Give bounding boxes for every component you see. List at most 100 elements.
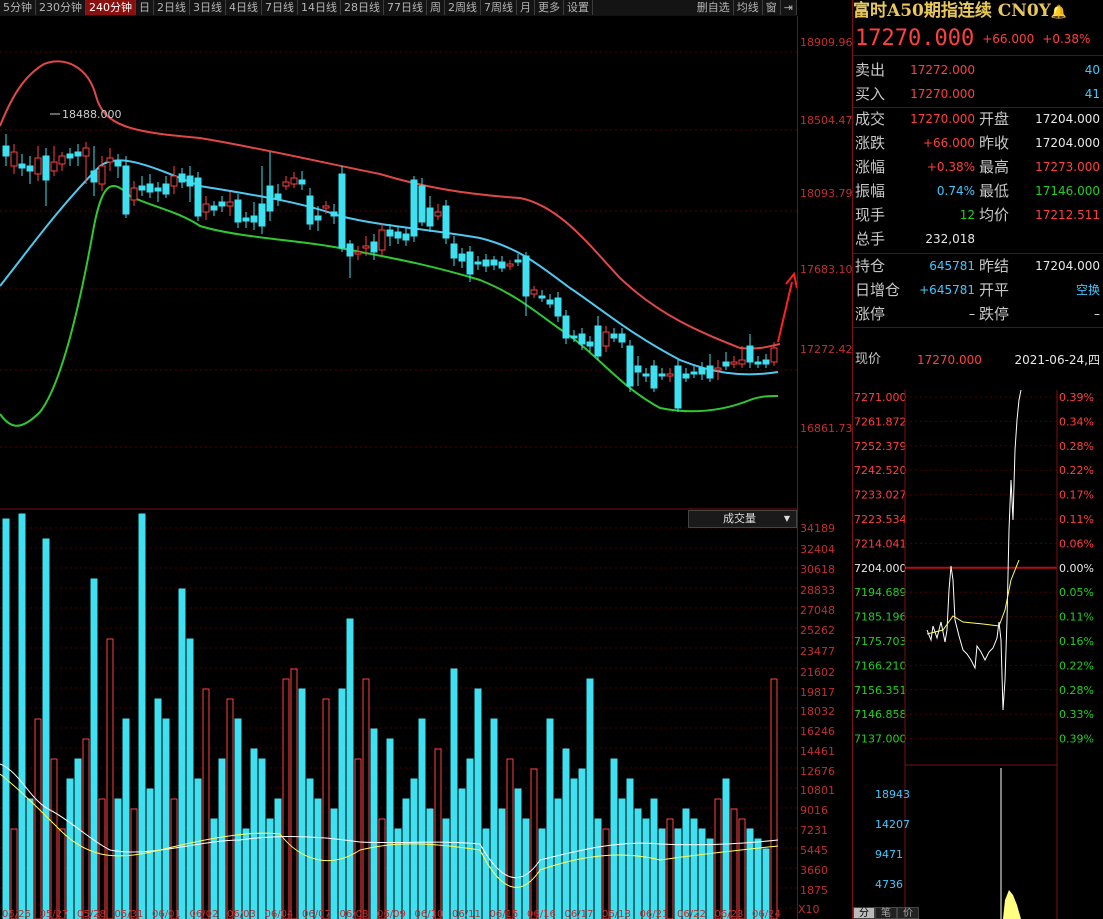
volume-tick-9: 18032	[800, 705, 835, 718]
book-row-1: 买入 17270.000 41	[853, 82, 1103, 106]
period-tab-10[interactable]: 77日线	[384, 0, 427, 15]
volume-indicator-label: 成交量	[723, 512, 756, 525]
mini-right-tick-9: 0.11%	[1059, 611, 1094, 624]
price-tick-3: 17683.109	[800, 263, 860, 276]
period-tab-15[interactable]: 更多	[535, 0, 564, 15]
lower-band-line	[0, 185, 779, 427]
volume-tick-4: 27048	[800, 604, 835, 617]
stat-row-4-value2: 17212.511	[1035, 208, 1100, 222]
volume-bar-48	[386, 738, 394, 919]
volume-bar-41	[330, 808, 338, 919]
bell-icon[interactable]: 🔔	[1051, 5, 1067, 20]
volume-bar-15	[122, 718, 130, 919]
book-row-0: 卖出 17272.000 40	[853, 58, 1103, 82]
volume-bar-32	[258, 758, 266, 919]
toolbar-action-2[interactable]: 窗	[763, 0, 781, 15]
period-tab-1[interactable]: 230分钟	[36, 0, 86, 15]
candle-23	[186, 166, 194, 202]
book-row-0-value2: 40	[1084, 63, 1100, 77]
candle-84	[674, 360, 682, 412]
volume-bar-86	[690, 818, 698, 919]
trend-arrow-icon	[777, 271, 797, 343]
period-tab-3[interactable]: 日	[136, 0, 154, 15]
mini-tab-0[interactable]: 分	[853, 907, 875, 919]
candle-68	[546, 294, 554, 308]
volume-bar-94	[754, 838, 762, 919]
volume-bar-0	[2, 518, 10, 919]
intraday-mini-chart[interactable]: 7271.000 0.39% 7261.872 0.34% 7252.379 0.28% 7…	[853, 389, 1103, 919]
volume-bar-66	[530, 768, 538, 919]
period-tab-2[interactable]: 240分钟	[86, 0, 136, 15]
mini-left-tick-13: 7146.858	[854, 708, 907, 721]
last-price: 17270.000	[855, 26, 975, 51]
date-tick-16: 06/18	[602, 909, 631, 919]
candle-64	[514, 254, 522, 266]
date-tick-5: 06/02	[190, 909, 219, 919]
volume-bar-67	[538, 828, 546, 919]
candle-16	[130, 181, 138, 206]
period-tab-0[interactable]: 5分钟	[0, 0, 36, 15]
date-tick-6: 06/03	[227, 909, 256, 919]
volume-bar-61	[490, 718, 498, 919]
toolbar-action-0[interactable]: 删自选	[694, 0, 734, 15]
period-tab-13[interactable]: 7周线	[481, 0, 517, 15]
date-tick-9: 06/08	[340, 909, 369, 919]
period-tab-8[interactable]: 14日线	[298, 0, 341, 15]
volume-bar-21	[170, 798, 178, 919]
toolbar-action-1[interactable]: 均线	[734, 0, 763, 15]
volume-tick-3: 28833	[800, 584, 835, 597]
volume-bar-65	[522, 818, 530, 919]
volume-tick-18: 1875	[800, 884, 828, 897]
candle-38	[306, 188, 314, 230]
mini-tab-2[interactable]: 价	[897, 907, 919, 919]
mini-left-tick-7: 7204.000	[854, 562, 907, 575]
candle-3	[26, 156, 34, 184]
period-tab-7[interactable]: 7日线	[262, 0, 298, 15]
volume-indicator-select[interactable]: 成交量 ▼	[688, 510, 797, 528]
volume-bar-70	[562, 748, 570, 919]
volume-bar-50	[402, 798, 410, 919]
period-tab-16[interactable]: 设置	[564, 0, 593, 15]
period-tab-6[interactable]: 4日线	[226, 0, 262, 15]
stat-row-0: 成交 17270.000 开盘 17204.000	[853, 107, 1103, 131]
period-tab-11[interactable]: 周	[427, 0, 445, 15]
volume-bar-54	[434, 748, 442, 919]
upper-band-line	[0, 60, 781, 350]
volume-bar-85	[682, 808, 690, 919]
volume-bar-64	[514, 788, 522, 919]
mini-volume-tick-2: 9471	[875, 848, 903, 861]
candle-93	[746, 334, 754, 368]
mini-right-tick-3: 0.22%	[1059, 464, 1094, 477]
volume-bar-52	[418, 718, 426, 919]
period-tab-4[interactable]: 2日线	[154, 0, 190, 15]
candle-85	[682, 368, 690, 382]
candlestick-chart[interactable]: 18488.000	[0, 16, 797, 510]
mini-right-tick-6: 0.06%	[1059, 537, 1094, 550]
candle-6	[50, 146, 58, 176]
candle-27	[218, 196, 226, 212]
price-tick-0: 18909.964	[800, 36, 860, 49]
period-tab-12[interactable]: 2周线	[445, 0, 481, 15]
volume-bar-56	[450, 668, 458, 919]
volume-bar-13	[106, 638, 114, 919]
volume-tick-8: 19817	[800, 686, 835, 699]
current-date: 2021-06-24,四	[1014, 353, 1100, 367]
period-tab-14[interactable]: 月	[517, 0, 535, 15]
exit-icon[interactable]: ⇥	[781, 0, 797, 15]
candle-13	[106, 148, 114, 171]
date-tick-17: 06/21	[640, 909, 669, 919]
candle-80	[642, 368, 650, 382]
candle-89	[714, 360, 722, 380]
candle-9	[74, 144, 82, 166]
volume-chart[interactable]: 05/26 05/27 05/28 05/31 06/01 06/02 06/03 06/04…	[0, 510, 797, 919]
price-axis: 18909.964 18504.473 18093.793 17683.109 1727…	[797, 16, 860, 919]
mini-left-tick-5: 7223.534	[854, 513, 907, 526]
volume-tick-11: 14461	[800, 745, 835, 758]
volume-bar-91	[730, 808, 738, 919]
period-tab-5[interactable]: 3日线	[190, 0, 226, 15]
candle-41	[330, 204, 338, 224]
date-tick-19: 06/23	[715, 909, 744, 919]
mini-tab-1[interactable]: 笔	[875, 907, 897, 919]
candle-0	[2, 134, 10, 166]
period-tab-9[interactable]: 28日线	[341, 0, 384, 15]
